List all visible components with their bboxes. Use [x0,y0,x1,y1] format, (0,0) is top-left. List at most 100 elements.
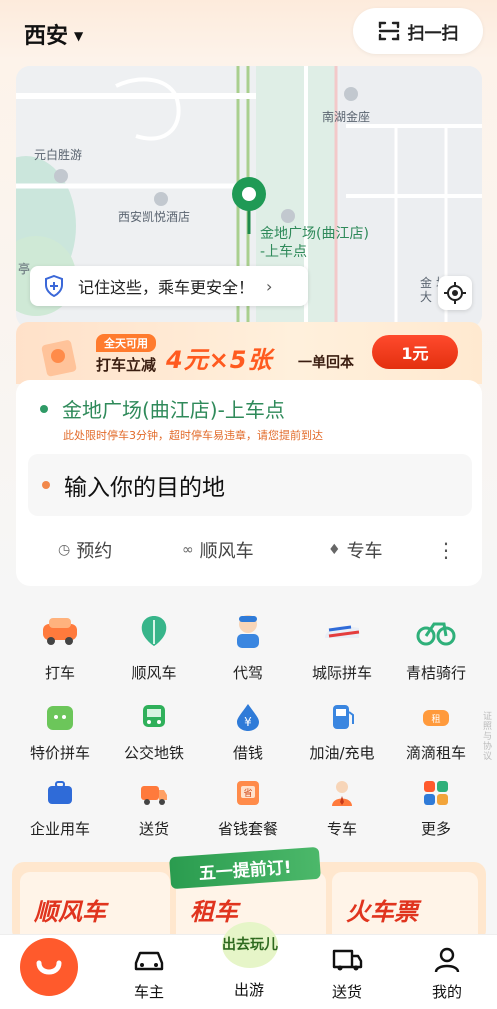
promo-card-train[interactable]: 火车票 [332,872,478,942]
pickup-text: 金地广场(曲江店)-上车点 [62,398,285,422]
promo-tag: 全天可用 [96,334,156,352]
promo-amount: 4元×5张 [166,346,273,374]
promo-card-rental-title: 租车 [190,898,238,926]
service-premier[interactable]: 专车 [294,778,390,839]
didi-logo-icon [36,960,62,975]
discount-pool-icon [47,706,73,730]
tab-travel[interactable]: 出游 [214,975,284,1000]
user-icon [434,947,460,973]
map-label-yuanbai: 元白胜游 [34,148,83,162]
more-modes-icon[interactable]: ⋮ [436,538,456,562]
bus-icon [143,705,165,727]
map-label-nanhu: 南湖金座 [322,110,371,124]
truck-icon [141,786,167,805]
trip-card: 金地广场(曲江店)-上车点 此处限时停车3分钟，超时停车易违章，请您提前到达 输… [16,380,482,586]
service-saver-pack-label: 省钱套餐 [217,820,278,838]
service-rental-label: 滴滴租车 [405,744,466,762]
map-label-da: 大 [420,290,433,304]
ride-modes: ◷ 预约 ∞ 顺风车 ♦ 专车 ⋮ [16,530,482,570]
promo-card-carpool[interactable]: 顺风车 [20,872,170,942]
service-designated-driver-label: 代驾 [232,664,263,682]
caret-down-icon: ▼ [74,29,84,43]
tab-driver-label: 车主 [133,983,164,1001]
tab-delivery-label: 送货 [331,983,362,1001]
scan-icon [378,21,399,41]
tab-travel-label: 出游 [233,981,264,999]
service-rental[interactable]: 租 滴滴租车 [388,702,484,763]
pickup-pin-icon [232,177,266,234]
license-side-text[interactable]: 证照与协议 [483,712,495,762]
mode-reserve[interactable]: ◷ 预约 [58,537,112,563]
more-grid-icon [424,781,448,805]
map-label-pickup-suffix: -上车点 [260,244,308,260]
service-taxi[interactable]: 打车 [12,610,108,683]
service-discount-pool[interactable]: 特价拼车 [12,702,108,763]
chevron-right-icon: › [266,276,273,296]
tab-me[interactable]: 我的 [412,947,482,1002]
service-more[interactable]: 更多 [388,778,484,839]
bike-icon [416,622,456,646]
service-bike-label: 青桔骑行 [405,664,466,682]
mode-carpool[interactable]: ∞ 顺风车 [182,537,254,563]
locate-button[interactable] [438,276,472,310]
promo-card-carpool-title: 顺风车 [34,898,106,926]
service-delivery[interactable]: 送货 [106,778,202,839]
fuel-icon [333,705,354,729]
tab-driver[interactable]: 车主 [114,947,184,1002]
pickup-dot-icon [40,404,48,413]
svg-text:¥: ¥ [244,715,252,729]
service-fuel[interactable]: 加油/充电 [294,702,390,763]
promo-buy-button[interactable]: 1元 [372,335,458,369]
travel-badge-text: 出去玩儿 [222,937,278,953]
carpool-leaf-icon [141,616,167,646]
destination-input[interactable]: 输入你的目的地 [28,454,472,516]
home-logo-button[interactable] [20,938,78,996]
safety-tip-banner[interactable]: 记住这些，乘车更安全！ › [30,266,308,306]
promo-line1: 打车立减 [96,356,157,374]
pickup-location[interactable]: 金地广场(曲江店)-上车点 [40,394,285,423]
service-taxi-label: 打车 [44,664,75,682]
yuan-drop-icon: ¥ [237,704,259,731]
tie-icon: ♦ [328,542,341,558]
service-premier-label: 专车 [326,820,357,838]
service-discount-pool-label: 特价拼车 [29,744,90,762]
service-more-label: 更多 [420,820,451,838]
destination-dot-icon [42,481,50,489]
service-carpool-label: 顺风车 [131,664,177,682]
service-transit[interactable]: 公交地铁 [106,702,202,763]
tab-delivery[interactable]: 送货 [312,947,382,1002]
travel-badge[interactable]: 出去玩儿 [222,922,278,968]
service-transit-label: 公交地铁 [123,744,184,762]
taxi-icon [43,618,77,645]
svg-text:省: 省 [243,787,252,799]
mode-premier[interactable]: ♦ 专车 [328,537,383,563]
destination-placeholder: 输入你的目的地 [64,475,225,501]
scan-button[interactable]: 扫一扫 [353,8,483,54]
car-icon [134,951,164,971]
service-carpool[interactable]: 顺风车 [106,610,202,683]
premier-driver-icon [332,781,352,806]
service-designated-driver[interactable]: 代驾 [200,610,296,683]
carpool-icon: ∞ [182,542,194,558]
map-view[interactable]: 元白胜游 西安凯悦酒店 南湖金座 金地广场(曲江店) -上车点 亭 金 大 城 … [16,66,482,328]
svg-text:租: 租 [431,714,440,725]
service-bike[interactable]: 青桔骑行 [388,610,484,683]
mode-carpool-label: 顺风车 [199,541,254,562]
promo-line2: 一单回本 [298,355,354,371]
locate-icon [444,282,466,304]
service-intercity[interactable]: 城际拼车 [294,610,390,683]
clock-icon: ◷ [58,542,71,558]
service-saver-pack[interactable]: 省 省钱套餐 [200,778,296,839]
rental-car-icon: 租 [423,710,449,726]
city-selector[interactable]: 西安 ▼ [24,18,83,50]
map-label-hotel: 西安凯悦酒店 [118,210,191,224]
map-label-pickup: 金地广场(曲江店) [260,226,369,242]
service-enterprise[interactable]: 企业用车 [12,778,108,839]
coupon-bag-icon [41,340,77,377]
tab-me-label: 我的 [431,983,462,1001]
safety-tip-text: 记住这些，乘车更安全！ [78,278,255,297]
saver-pack-icon: 省 [237,781,259,805]
scan-label: 扫一扫 [407,23,459,44]
service-loan[interactable]: ¥ 借钱 [200,702,296,763]
promo-banner[interactable]: 全天可用 打车立减 4元×5张 一单回本 1元 [16,322,482,384]
